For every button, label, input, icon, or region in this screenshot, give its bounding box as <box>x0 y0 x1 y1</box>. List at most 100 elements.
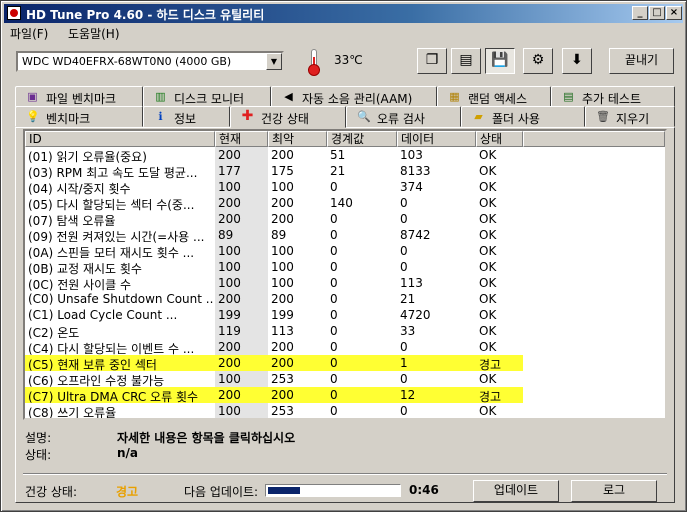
cell-threshold: 0 <box>330 212 338 226</box>
close-button[interactable]: × <box>666 6 682 20</box>
tab-folder-usage[interactable]: ▰ 폴더 사용 <box>461 106 585 127</box>
table-row[interactable]: (C4) 다시 할당되는 이벤트 수 ... 200 200 0 0 OK <box>25 339 665 356</box>
cell-current: 200 <box>218 340 241 354</box>
cell-worst: 200 <box>271 196 294 210</box>
drive-select[interactable]: WDC WD40EFRX-68WT0N0 (4000 GB) ▼ <box>16 51 284 72</box>
table-row[interactable]: (0A) 스핀들 모터 재시도 횟수 ... 100 100 0 0 OK <box>25 243 665 260</box>
log-button[interactable]: 로그 <box>571 480 657 502</box>
menu-help[interactable]: 도움말(H) <box>68 25 120 42</box>
tab-label: 폴더 사용 <box>492 112 540 126</box>
cell-id: (C1) Load Cycle Count ... <box>28 308 178 322</box>
table-row[interactable]: (01) 읽기 오류율(중요) 200 200 51 103 OK <box>25 147 665 164</box>
divider <box>23 473 667 475</box>
tab-error-scan[interactable]: 🔍 오류 검사 <box>346 106 461 127</box>
drive-select-value: WDC WD40EFRX-68WT0N0 (4000 GB) <box>22 55 232 68</box>
cell-worst: 199 <box>271 308 294 322</box>
cell-current: 177 <box>218 164 241 178</box>
chevron-down-icon[interactable]: ▼ <box>266 53 282 70</box>
tab-health[interactable]: ✚ 건강 상태 <box>230 106 346 128</box>
table-row[interactable]: (0B) 교정 재시도 횟수 100 100 0 0 OK <box>25 259 665 276</box>
table-row[interactable]: (C2) 온도 119 113 0 33 OK <box>25 323 665 340</box>
options-button[interactable]: ⚙ <box>523 48 553 74</box>
tab-info[interactable]: ℹ 정보 <box>143 106 230 127</box>
tab-extra-tests[interactable]: ▤ 추가 테스트 <box>551 86 675 107</box>
tab-file-benchmark[interactable]: ▣ 파일 벤치마크 <box>15 86 143 107</box>
cell-data: 8742 <box>400 228 431 242</box>
app-icon <box>7 6 21 20</box>
column-header-filler <box>523 131 665 147</box>
cell-worst: 100 <box>271 276 294 290</box>
info-icon: ℹ <box>158 110 163 123</box>
column-header-threshold[interactable]: 경계값 <box>327 131 397 147</box>
cell-status: OK <box>479 276 497 290</box>
floppy-disk-icon: 💾 <box>491 52 509 68</box>
table-row[interactable]: (C8) 쓰기 오류율 100 253 0 0 OK <box>25 403 665 420</box>
table-row[interactable]: (05) 다시 할당되는 섹터 수(중... 200 200 140 0 OK <box>25 195 665 212</box>
table-row[interactable]: (04) 시작/중지 횟수 100 100 0 374 OK <box>25 179 665 196</box>
cell-status: OK <box>479 196 497 210</box>
cell-status: OK <box>479 324 497 338</box>
exit-button[interactable]: 끝내기 <box>609 48 674 74</box>
maximize-button[interactable]: □ <box>649 6 665 20</box>
window-title: HD Tune Pro 4.60 - 하드 디스크 유틸리티 <box>26 8 265 22</box>
cell-worst: 100 <box>271 260 294 274</box>
cell-status: OK <box>479 228 497 242</box>
column-header-status[interactable]: 상태 <box>476 131 523 147</box>
cell-worst: 200 <box>271 292 294 306</box>
app-window: HD Tune Pro 4.60 - 하드 디스크 유틸리티 _ □ × 파일(… <box>0 0 687 512</box>
table-row[interactable]: (C1) Load Cycle Count ... 199 199 0 4720 OK <box>25 307 665 323</box>
copy-info-button[interactable]: ❐ <box>417 48 447 74</box>
tab-benchmark[interactable]: 💡 벤치마크 <box>15 106 143 127</box>
minimize-button[interactable]: _ <box>632 6 648 20</box>
cell-status: OK <box>479 308 497 322</box>
save-button[interactable]: 💾 <box>485 48 515 74</box>
cell-threshold: 0 <box>330 228 338 242</box>
benchmark-icon: 💡 <box>26 110 40 123</box>
table-row[interactable]: (C5) 현재 보류 중인 섹터 200 200 0 1 경고 <box>25 355 665 372</box>
screenshot-button[interactable]: ⬇ <box>562 48 592 74</box>
column-header-current[interactable]: 현재 <box>215 131 268 147</box>
tab-aam[interactable]: ◀ 자동 소음 관리(AAM) <box>271 86 437 107</box>
column-header-id[interactable]: ID <box>25 131 215 147</box>
cell-worst: 175 <box>271 164 294 178</box>
table-row[interactable]: (03) RPM 최고 속도 도달 평균... 177 175 21 8133 OK <box>25 163 665 180</box>
tab-disk-monitor[interactable]: ▥ 디스크 모니터 <box>143 86 271 107</box>
copy-all-button[interactable]: ▤ <box>451 48 481 74</box>
magnifier-icon: 🔍 <box>357 110 371 123</box>
tab-label: 추가 테스트 <box>582 92 642 106</box>
description-label: 설명: <box>25 431 52 445</box>
cell-current: 200 <box>218 292 241 306</box>
table-row[interactable]: (0C) 전원 사이클 수 100 100 0 113 OK <box>25 275 665 292</box>
table-row[interactable]: (09) 전원 켜져있는 시간(=사용 ... 89 89 0 8742 OK <box>25 227 665 244</box>
table-row[interactable]: (C6) 오프라인 수정 불가능 100 253 0 0 OK <box>25 371 665 388</box>
cell-worst: 100 <box>271 180 294 194</box>
arrow-down-icon: ⬇ <box>571 52 583 68</box>
cell-id: (C8) 쓰기 오류율 <box>28 406 117 420</box>
menu-file[interactable]: 파일(F) <box>10 25 48 42</box>
tab-label: 벤치마크 <box>46 112 91 126</box>
column-header-data[interactable]: 데이터 <box>397 131 476 147</box>
cell-data: 103 <box>400 148 423 162</box>
cell-threshold: 51 <box>330 148 346 162</box>
tab-label: 랜덤 액세스 <box>468 92 528 106</box>
next-update-label: 다음 업데이트: <box>184 485 259 499</box>
column-header-worst[interactable]: 최악 <box>268 131 327 147</box>
cell-data: 8133 <box>400 164 431 178</box>
cell-status: OK <box>479 148 497 162</box>
copy-icon: ❐ <box>425 52 439 68</box>
table-row[interactable]: (C0) Unsafe Shutdown Count ... 200 200 0 21 O… <box>25 291 665 307</box>
disk-monitor-icon: ▥ <box>155 90 166 103</box>
tab-random-access[interactable]: ▦ 랜덤 액세스 <box>437 86 551 107</box>
title-bar[interactable]: HD Tune Pro 4.60 - 하드 디스크 유틸리티 _ □ × <box>4 4 683 23</box>
cell-threshold: 0 <box>330 324 338 338</box>
thermometer-icon <box>307 49 321 76</box>
update-button[interactable]: 업데이트 <box>473 480 559 502</box>
table-row[interactable]: (07) 탐색 오류율 200 200 0 0 OK <box>25 211 665 228</box>
cell-status: OK <box>479 180 497 194</box>
cell-worst: 200 <box>271 356 294 370</box>
smart-attribute-list[interactable]: ID 현재 최악 경계값 데이터 상태 (01) 읽기 오류율(중요) 200 20… <box>23 129 667 420</box>
cell-worst: 113 <box>271 324 294 338</box>
tab-erase[interactable]: 🗑 지우기 <box>585 106 675 127</box>
table-row[interactable]: (C7) Ultra DMA CRC 오류 횟수 200 200 0 12 경고 <box>25 387 665 404</box>
gear-icon: ⚙ <box>531 52 545 68</box>
